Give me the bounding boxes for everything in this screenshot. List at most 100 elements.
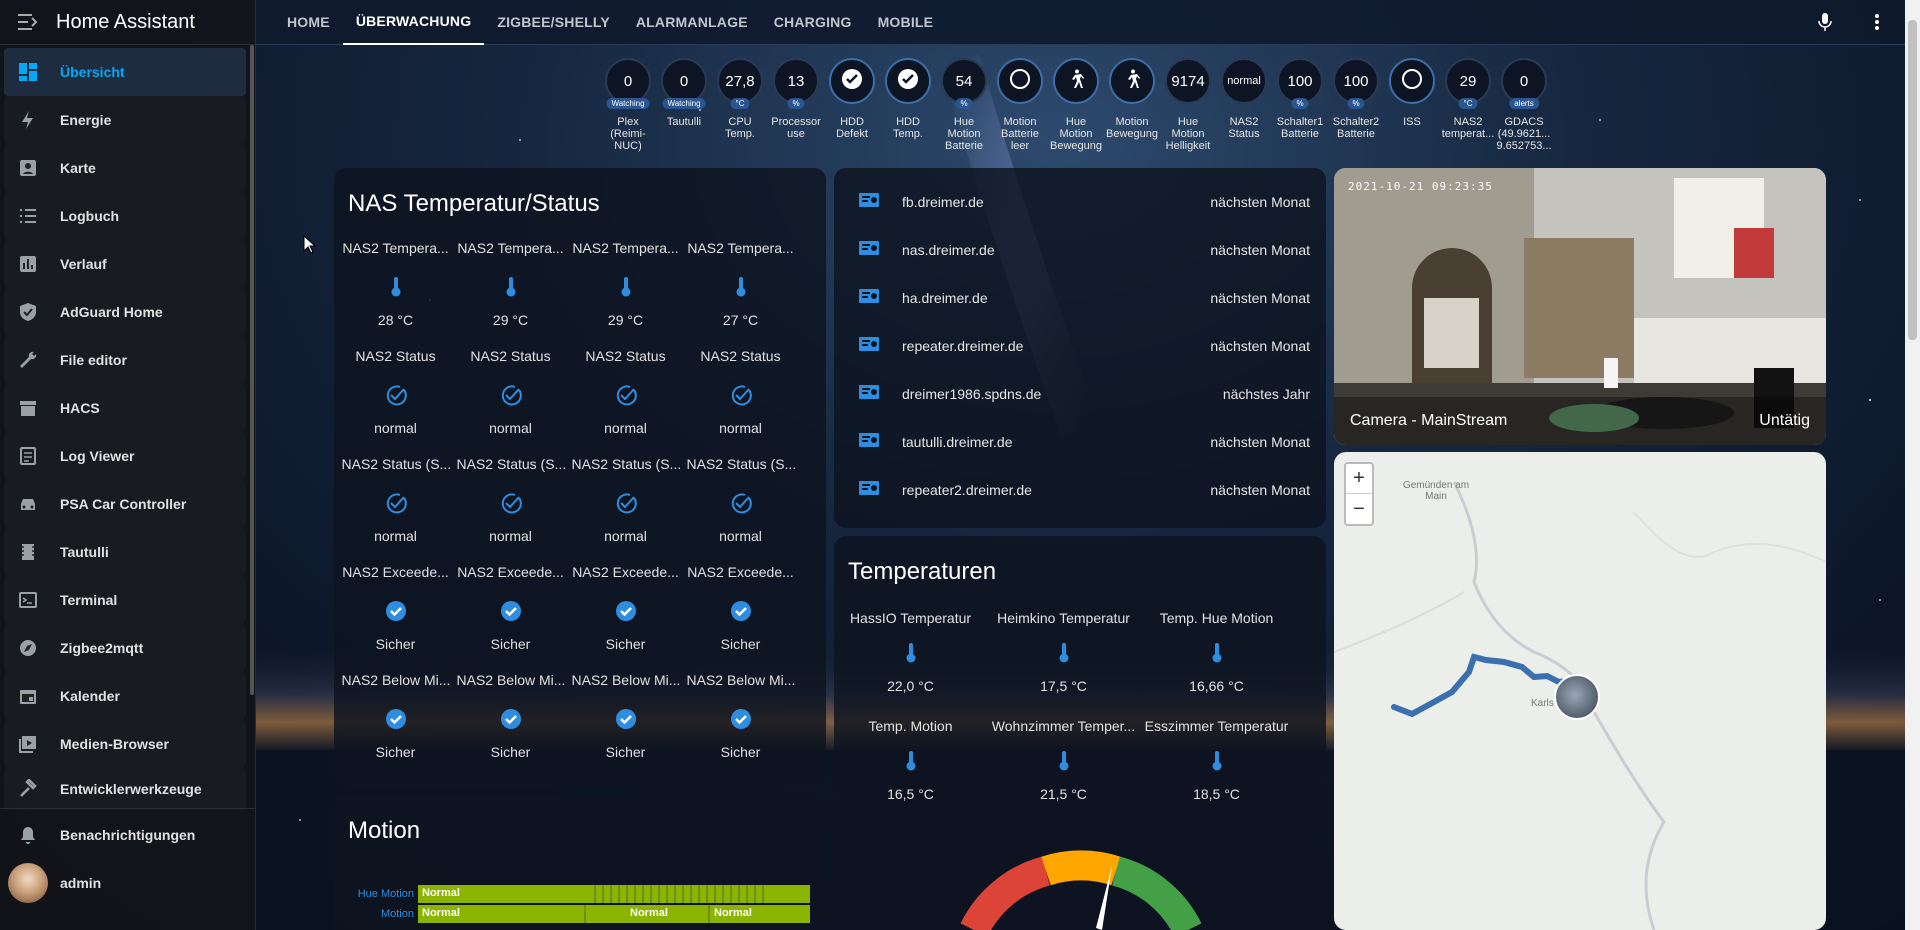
sidebar-scrollbar[interactable] <box>250 45 254 695</box>
more-vertical-icon[interactable] <box>1874 12 1880 37</box>
tab-mobile[interactable]: MOBILE <box>865 0 947 45</box>
sensor-cell[interactable]: NAS2 Below Mi... Sicher <box>683 672 798 780</box>
sidebar-item-kalender[interactable]: Kalender <box>4 672 246 720</box>
sensor-value: 21,5 °C <box>1040 786 1087 802</box>
sidebar-item-medien[interactable]: Medien-Browser <box>4 720 246 768</box>
badge[interactable]: 100% Schalter1 Batterie <box>1272 58 1328 152</box>
sensor-cell[interactable]: NAS2 Status (S... normal <box>683 456 798 564</box>
certificate-row[interactable]: dreimer1986.spdns.de nächstes Jahr <box>834 370 1326 418</box>
sidebar-item-file-editor[interactable]: File editor <box>4 336 246 384</box>
sensor-cell[interactable]: NAS2 Status (S... normal <box>338 456 453 564</box>
badge[interactable]: HDD Temp. <box>880 58 936 152</box>
badge[interactable]: HDD Defekt <box>824 58 880 152</box>
certificate-row[interactable]: ha.dreimer.de nächsten Monat <box>834 274 1326 322</box>
badge[interactable]: 54% Hue Motion Batterie <box>936 58 992 152</box>
sidebar-item-adguard[interactable]: AdGuard Home <box>4 288 246 336</box>
certificate-row[interactable]: repeater.dreimer.de nächsten Monat <box>834 322 1326 370</box>
menu-icon[interactable] <box>0 14 56 30</box>
sidebar-item-zigbee2mqtt[interactable]: Zigbee2mqtt <box>4 624 246 672</box>
sensor-cell[interactable]: NAS2 Status (S... normal <box>568 456 683 564</box>
sensor-cell[interactable]: NAS2 Below Mi... Sicher <box>568 672 683 780</box>
sidebar-item-entwickler[interactable]: Entwicklerwerkzeuge <box>4 768 246 810</box>
badge[interactable]: ISS <box>1384 58 1440 152</box>
sensor-cell[interactable]: NAS2 Exceede... Sicher <box>338 564 453 672</box>
map-card[interactable]: + − Gemünden am Main Karls <box>1334 452 1826 930</box>
sensor-cell[interactable]: NAS2 Exceede... Sicher <box>453 564 568 672</box>
sensor-name: NAS2 Tempera... <box>687 240 794 256</box>
sidebar-item-label: Tautulli <box>60 544 109 560</box>
badge[interactable]: 0 Watching Plex (Reimi-NUC) <box>600 58 656 152</box>
sensor-cell[interactable]: NAS2 Exceede... Sicher <box>568 564 683 672</box>
badge[interactable]: Hue Motion Bewegung <box>1048 58 1104 152</box>
sensor-name: NAS2 Tempera... <box>572 240 679 256</box>
temperature-cell[interactable]: HassIO Temperatur 22,0 °C <box>834 610 987 718</box>
sidebar-item-energie[interactable]: Energie <box>4 96 246 144</box>
tab-home[interactable]: HOME <box>274 0 343 45</box>
badge[interactable]: 9174 Hue Motion Helligkeit <box>1160 58 1216 152</box>
sidebar-item-logbuch[interactable]: Logbuch <box>4 192 246 240</box>
sidebar-item-verlauf[interactable]: Verlauf <box>4 240 246 288</box>
sensor-cell[interactable]: NAS2 Status normal <box>683 348 798 456</box>
motion-events <box>588 885 768 903</box>
badge[interactable]: 0 alerts GDACS (49.9621... 9.652753... <box>1496 58 1552 152</box>
temperature-cell[interactable]: Wohnzimmer Temper... 21,5 °C <box>987 718 1140 826</box>
sensor-cell[interactable]: NAS2 Tempera... 27 °C <box>683 240 798 348</box>
motion-timeline-bar[interactable]: Normal Normal Normal <box>418 905 810 923</box>
badge-label: Tautulli <box>666 116 702 128</box>
tab-ueberwachung[interactable]: ÜBERWACHUNG <box>342 0 485 45</box>
sensor-cell[interactable]: NAS2 Tempera... 29 °C <box>453 240 568 348</box>
badge[interactable]: 27,8 °C CPU Temp. <box>712 58 768 152</box>
sensor-cell[interactable]: NAS2 Below Mi... Sicher <box>338 672 453 780</box>
certificate-row[interactable]: tautulli.dreimer.de nächsten Monat <box>834 418 1326 466</box>
sensor-cell[interactable]: NAS2 Status normal <box>338 348 453 456</box>
sidebar-item-uebersicht[interactable]: Übersicht <box>4 48 246 96</box>
motion-row[interactable]: Hue Motion Normal <box>334 885 810 903</box>
sidebar-item-terminal[interactable]: Terminal <box>4 576 246 624</box>
badge[interactable]: 13% Processor use <box>768 58 824 152</box>
person-marker[interactable] <box>1554 674 1600 720</box>
badge[interactable]: 29 °C NAS2 temperat... <box>1440 58 1496 152</box>
badge-value: 0 <box>679 72 689 90</box>
temperature-cell[interactable]: Esszimmer Temperatur 18,5 °C <box>1140 718 1293 826</box>
check-filled-icon <box>500 592 522 630</box>
sensor-value: Sicher <box>375 636 416 652</box>
notifications-item[interactable]: Benachrichtigungen <box>4 811 252 859</box>
zoom-out-button[interactable]: − <box>1346 494 1372 524</box>
badge[interactable]: Motion Bewegung <box>1104 58 1160 152</box>
sidebar-item-karte[interactable]: Karte <box>4 144 246 192</box>
sidebar-item-tautulli[interactable]: Tautulli <box>4 528 246 576</box>
tab-alarmanlage[interactable]: ALARMANLAGE <box>623 0 761 45</box>
sidebar: Home Assistant Übersicht Energie Karte L… <box>0 0 256 930</box>
sensor-cell[interactable]: NAS2 Status normal <box>453 348 568 456</box>
sensor-cell[interactable]: NAS2 Exceede... Sicher <box>683 564 798 672</box>
zoom-in-button[interactable]: + <box>1346 464 1372 494</box>
sensor-cell[interactable]: NAS2 Status (S... normal <box>453 456 568 564</box>
certificate-row[interactable]: repeater2.dreimer.de nächsten Monat <box>834 466 1326 514</box>
tab-charging[interactable]: CHARGING <box>761 0 865 45</box>
microphone-icon[interactable] <box>1818 12 1832 37</box>
sidebar-item-log-viewer[interactable]: Log Viewer <box>4 432 246 480</box>
badge[interactable]: normal NAS2 Status <box>1216 58 1272 152</box>
certificate-row[interactable]: fb.dreimer.de nächsten Monat <box>834 178 1326 226</box>
window-scrollbar[interactable] <box>1905 0 1920 930</box>
camera-card[interactable]: 2021-10-21 09:23:35 Camera - MainStream … <box>1334 168 1826 445</box>
user-item[interactable]: admin <box>4 859 252 907</box>
motion-row[interactable]: Motion Normal Normal Normal <box>334 905 810 923</box>
certificate-row[interactable]: nas.dreimer.de nächsten Monat <box>834 226 1326 274</box>
sensor-cell[interactable]: NAS2 Tempera... 29 °C <box>568 240 683 348</box>
scrollbar-thumb[interactable] <box>1908 20 1917 340</box>
temperature-cell[interactable]: Temp. Motion 16,5 °C <box>834 718 987 826</box>
sensor-cell[interactable]: NAS2 Below Mi... Sicher <box>453 672 568 780</box>
tab-zigbee-shelly[interactable]: ZIGBEE/SHELLY <box>484 0 623 45</box>
badge[interactable]: 100% Schalter2 Batterie <box>1328 58 1384 152</box>
sensor-cell[interactable]: NAS2 Tempera... 28 °C <box>338 240 453 348</box>
badge-circle: 29 °C <box>1445 58 1491 109</box>
temperature-cell[interactable]: Temp. Hue Motion 16,66 °C <box>1140 610 1293 718</box>
badge[interactable]: Motion Batterie leer <box>992 58 1048 152</box>
badge[interactable]: 0 Watching Tautulli <box>656 58 712 152</box>
sensor-cell[interactable]: NAS2 Status normal <box>568 348 683 456</box>
sidebar-item-psa[interactable]: PSA Car Controller <box>4 480 246 528</box>
sidebar-item-hacs[interactable]: HACS <box>4 384 246 432</box>
temperature-cell[interactable]: Heimkino Temperatur 17,5 °C <box>987 610 1140 718</box>
motion-timeline-bar[interactable]: Normal <box>418 885 810 903</box>
